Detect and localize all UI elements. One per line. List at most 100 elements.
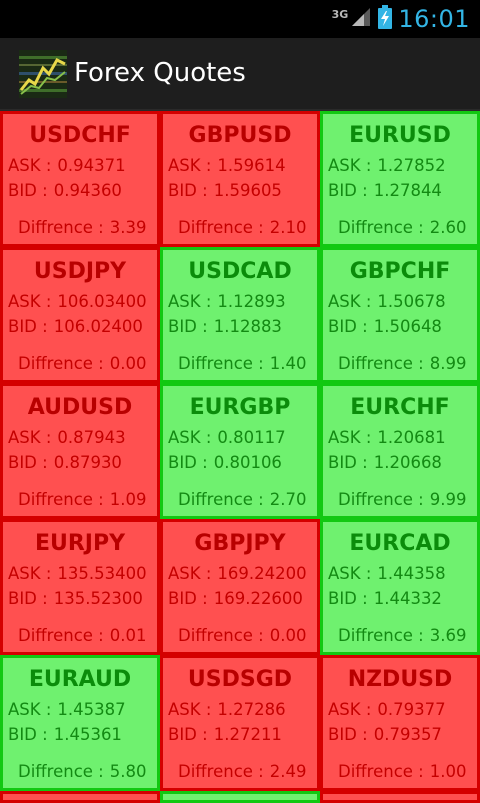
difference-value: 2.49 [269, 762, 307, 781]
diff-label: Diffrence : [178, 354, 264, 373]
ask-line: ASK : 1.12893 [168, 292, 286, 311]
ask-line: ASK : 1.27286 [168, 700, 286, 719]
bid-label: BID : [8, 589, 48, 608]
ask-line: ASK : 1.45387 [8, 700, 126, 719]
bid-price: 0.87930 [53, 453, 122, 472]
quote-tile-usdjpy[interactable]: USDJPY ASK : 106.03400 BID : 106.02400 Diffre… [0, 247, 160, 383]
bid-label: BID : [8, 317, 48, 336]
bid-label: BID : [328, 317, 368, 336]
quote-tile-eurcad[interactable]: EURCAD ASK : 1.44358 BID : 1.44332 Diffrence … [320, 519, 480, 655]
currency-pair: GBPCHF [349, 259, 451, 284]
quote-tile-gbpusd[interactable]: GBPUSD ASK : 1.59614 BID : 1.59605 Diffrence … [160, 111, 320, 247]
difference-value: 8.99 [429, 354, 467, 373]
diff-label: Diffrence : [338, 626, 424, 645]
ask-label: ASK : [8, 292, 52, 311]
quote-tile-eurjpy[interactable]: EURJPY ASK : 135.53400 BID : 135.52300 Diffre… [0, 519, 160, 655]
ask-price: 1.50678 [377, 292, 446, 311]
quote-tile-gbpjpy[interactable]: GBPJPY ASK : 169.24200 BID : 169.22600 Diffre… [160, 519, 320, 655]
quote-tile-eurusd[interactable]: EURUSD ASK : 1.27852 BID : 1.27844 Diffrence … [320, 111, 480, 247]
quote-tile-usdchf[interactable]: USDCHF ASK : 0.94371 BID : 0.94360 Diffrence … [0, 111, 160, 247]
bid-label: BID : [8, 725, 48, 744]
diff-label: Diffrence : [338, 218, 424, 237]
quote-tile-usdsgd[interactable]: USDSGD ASK : 1.27286 BID : 1.27211 Diffrence … [160, 655, 320, 791]
clock: 16:01 [398, 5, 470, 33]
bid-price: 0.80106 [213, 453, 282, 472]
diff-label: Diffrence : [18, 218, 104, 237]
diff-line: Diffrence : 2.60 [338, 218, 466, 237]
diff-label: Diffrence : [178, 218, 264, 237]
ask-price: 106.03400 [57, 292, 147, 311]
bid-label: BID : [8, 453, 48, 472]
ask-label: ASK : [168, 156, 212, 175]
quote-tile-partial[interactable] [0, 791, 160, 803]
bid-price: 169.22600 [213, 589, 303, 608]
diff-line: Diffrence : 2.10 [178, 218, 306, 237]
bid-price: 0.94360 [53, 181, 122, 200]
diff-line: Diffrence : 1.09 [18, 490, 146, 509]
quote-tile-eurchf[interactable]: EURCHF ASK : 1.20681 BID : 1.20668 Diffrence … [320, 383, 480, 519]
quote-tile-nzdusd[interactable]: NZDUSD ASK : 0.79377 BID : 0.79357 Diffrence … [320, 655, 480, 791]
quote-tile-partial[interactable] [160, 791, 320, 803]
quote-tile-audusd[interactable]: AUDUSD ASK : 0.87943 BID : 0.87930 Diffrence … [0, 383, 160, 519]
quote-tile-eurgbp[interactable]: EURGBP ASK : 0.80117 BID : 0.80106 Diffrence … [160, 383, 320, 519]
bid-label: BID : [328, 453, 368, 472]
difference-value: 2.10 [269, 218, 307, 237]
quote-tile-gbpchf[interactable]: GBPCHF ASK : 1.50678 BID : 1.50648 Diffrence … [320, 247, 480, 383]
ask-price: 135.53400 [57, 564, 147, 583]
ask-label: ASK : [168, 428, 212, 447]
ask-line: ASK : 1.59614 [168, 156, 286, 175]
currency-pair: USDSGD [187, 667, 293, 692]
ask-label: ASK : [328, 156, 372, 175]
diff-label: Diffrence : [18, 762, 104, 781]
bid-price: 1.12883 [213, 317, 282, 336]
ask-label: ASK : [8, 428, 52, 447]
difference-value: 0.01 [109, 626, 147, 645]
bid-line: BID : 1.59605 [168, 181, 282, 200]
currency-pair: EURCAD [349, 531, 451, 556]
bid-price: 106.02400 [53, 317, 143, 336]
diff-line: Diffrence : 1.40 [178, 354, 306, 373]
bid-label: BID : [168, 453, 208, 472]
bid-line: BID : 135.52300 [8, 589, 143, 608]
bid-label: BID : [168, 725, 208, 744]
bid-price: 1.59605 [213, 181, 282, 200]
diff-label: Diffrence : [18, 490, 104, 509]
diff-label: Diffrence : [338, 762, 424, 781]
difference-value: 1.00 [429, 762, 467, 781]
diff-line: Diffrence : 8.99 [338, 354, 466, 373]
ask-line: ASK : 1.44358 [328, 564, 446, 583]
bid-price: 1.45361 [53, 725, 122, 744]
difference-value: 0.00 [109, 354, 147, 373]
quote-tile-euraud[interactable]: EURAUD ASK : 1.45387 BID : 1.45361 Diffrence … [0, 655, 160, 791]
bid-line: BID : 1.27211 [168, 725, 282, 744]
ask-label: ASK : [328, 428, 372, 447]
bid-line: BID : 1.27844 [328, 181, 442, 200]
difference-value: 3.39 [109, 218, 147, 237]
ask-line: ASK : 106.03400 [8, 292, 147, 311]
difference-value: 2.70 [269, 490, 307, 509]
quote-tile-partial[interactable] [320, 791, 480, 803]
bid-price: 1.27844 [373, 181, 442, 200]
diff-line: Diffrence : 0.00 [178, 626, 306, 645]
ask-label: ASK : [168, 292, 212, 311]
difference-value: 9.99 [429, 490, 467, 509]
bid-label: BID : [168, 589, 208, 608]
bid-label: BID : [328, 725, 368, 744]
ask-price: 169.24200 [217, 564, 307, 583]
quote-tile-usdcad[interactable]: USDCAD ASK : 1.12893 BID : 1.12883 Diffrence … [160, 247, 320, 383]
diff-line: Diffrence : 0.00 [18, 354, 146, 373]
difference-value: 0.00 [269, 626, 307, 645]
bid-price: 1.44332 [373, 589, 442, 608]
app-logo-icon[interactable] [19, 50, 67, 98]
ask-price: 1.59614 [217, 156, 286, 175]
currency-pair: GBPJPY [194, 531, 286, 556]
ask-line: ASK : 0.79377 [328, 700, 446, 719]
network-type: 3G [331, 7, 349, 21]
battery-charging-icon [378, 5, 393, 33]
diff-line: Diffrence : 9.99 [338, 490, 466, 509]
currency-pair: EURAUD [28, 667, 132, 692]
ask-label: ASK : [8, 700, 52, 719]
currency-pair: EURJPY [34, 531, 126, 556]
bid-line: BID : 0.80106 [168, 453, 282, 472]
bid-label: BID : [168, 181, 208, 200]
